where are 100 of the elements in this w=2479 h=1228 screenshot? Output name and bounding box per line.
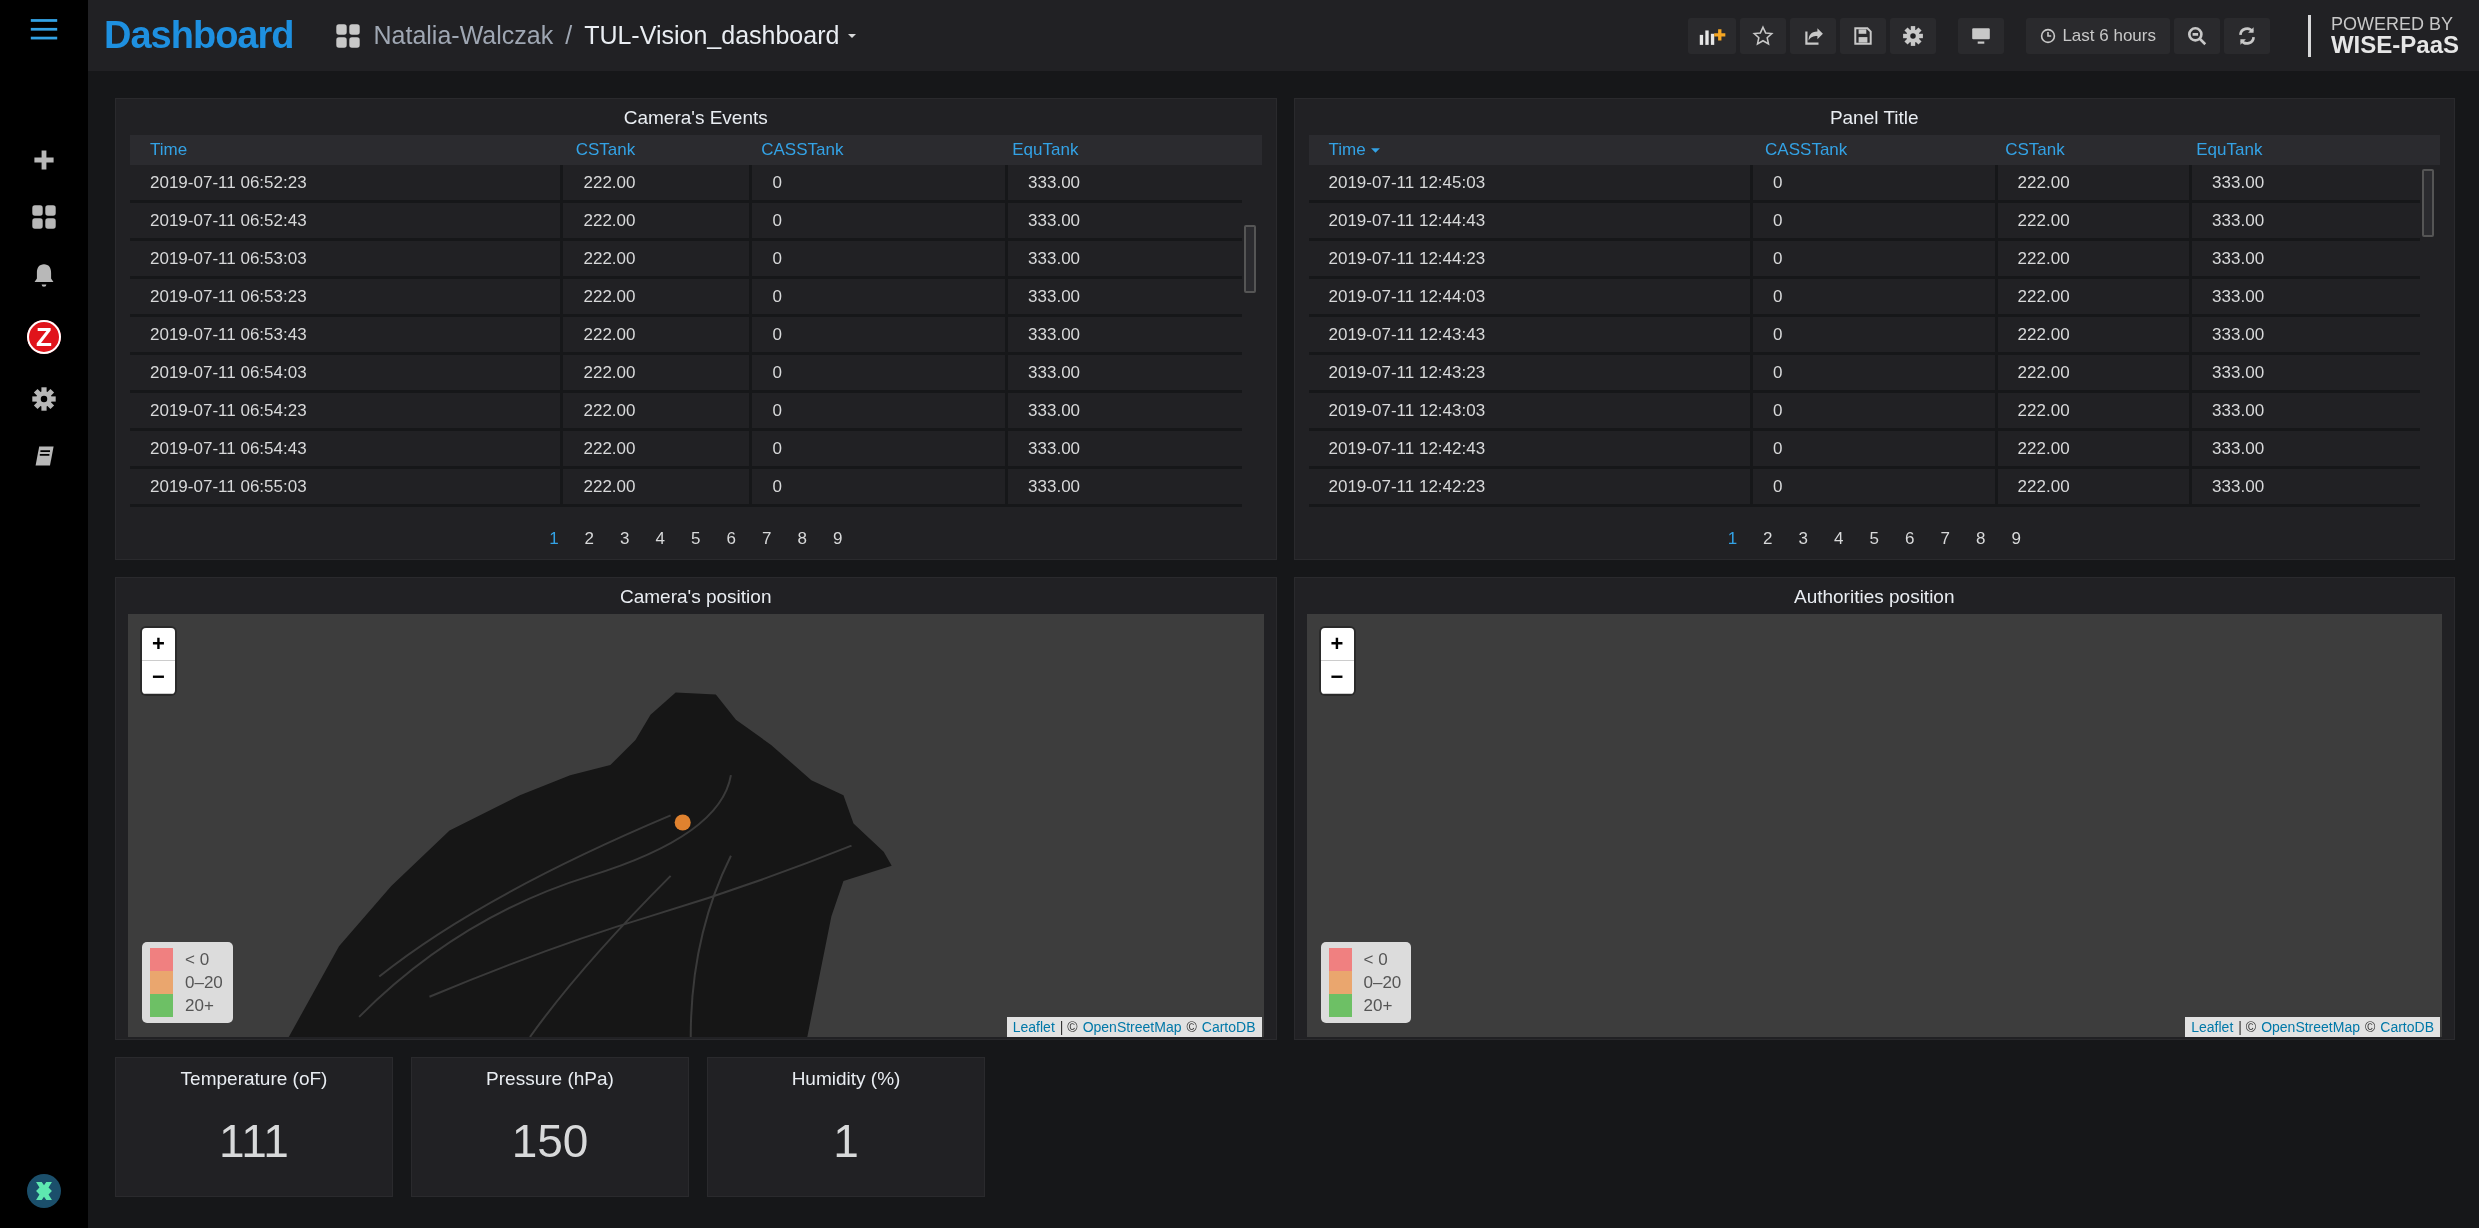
page-link[interactable]: 4 [1834,529,1844,549]
table-cell: 2019-07-11 06:53:43 [130,317,564,352]
table-cell: 2019-07-11 06:54:43 [130,431,564,466]
table-cell-text: 333.00 [2211,285,2266,308]
panel-title[interactable]: Humidity (%) [791,1058,901,1096]
map-background[interactable]: + − < 0 0–20 20+ Leaflet | © OpenStreetMap © CartoDB [1306,614,2442,1037]
table-cell-text: 333.00 [1027,475,1082,498]
page-link[interactable]: 9 [2011,529,2021,549]
table-cell-text: 333.00 [2211,437,2266,460]
table-cell: 2019-07-11 12:44:43 [1308,203,1754,238]
add-panel-button[interactable] [1688,17,1737,54]
settings-button[interactable] [1890,17,1937,54]
table-cell-text: 333.00 [2211,323,2266,346]
menu-icon[interactable] [30,18,58,40]
column-header[interactable]: CASSTank [761,140,1013,160]
attribution-link[interactable]: OpenStreetMap [1082,1019,1182,1035]
scrollbar[interactable] [1243,225,1256,293]
tv-mode-button[interactable] [1958,17,2005,54]
page-link[interactable]: 8 [1975,529,1986,549]
map-background[interactable]: + − < 0 0–20 20+ Leaflet | © OpenStreetMap © CartoDB [128,614,1264,1037]
table-cell: 222.00 [1997,431,2193,466]
time-range-picker[interactable]: Last 6 hours [2026,17,2170,54]
table-cell: 222.00 [563,165,753,200]
sort-caret-icon [1369,146,1381,154]
table-cell: 2019-07-11 06:54:23 [130,393,564,428]
plus-icon[interactable] [32,148,56,172]
column-header[interactable]: EquTank [1012,140,1242,160]
brand-title[interactable]: Dashboard [104,14,294,57]
page-link[interactable]: 7 [1940,529,1950,549]
page-link[interactable]: 7 [761,529,772,549]
grid-icon [335,22,362,49]
panel-title[interactable]: Camera's Events [130,99,1262,135]
stat-value: 150 [511,1114,589,1168]
panel-title[interactable]: Authorities position [1306,578,2442,614]
logo-caption: POWERED BY [2330,14,2454,33]
page-link[interactable]: 4 [655,529,665,549]
scrollbar[interactable] [2422,169,2434,237]
column-header[interactable]: CSTank [575,140,762,160]
page-link[interactable]: 8 [797,529,807,549]
clock-icon [2040,27,2057,44]
folder-link[interactable]: Natalia-Walczak [373,21,554,50]
table-cell-text: 333.00 [1027,323,1082,346]
share-button[interactable] [1790,17,1837,54]
page-link[interactable]: 6 [1905,529,1915,549]
table-cell: 2019-07-11 12:42:43 [1308,431,1754,466]
bell-icon[interactable] [32,262,56,288]
table-cell: 222.00 [563,279,753,314]
page-link[interactable]: 5 [1869,529,1879,549]
page-link[interactable]: 9 [832,529,843,549]
page-link[interactable]: 5 [691,529,701,549]
star-button[interactable] [1740,17,1787,54]
table-cell: 222.00 [563,431,753,466]
page-link[interactable]: 3 [1798,529,1809,549]
column-header[interactable]: Time [150,140,576,160]
table-cell-text: 333.00 [2211,475,2266,498]
table-cell: 0 [1753,393,1998,428]
panel-title[interactable]: Panel Title [1308,99,2440,135]
page-link[interactable]: 1 [1727,529,1738,549]
zoom-out-button[interactable]: − [1320,661,1354,694]
column-header[interactable]: CASSTank [1765,140,2006,160]
refresh-button[interactable] [2223,17,2270,54]
app-logo[interactable]: Z [27,320,61,354]
attribution-text: | © [1059,1019,1078,1035]
table-cell-text: 333.00 [1027,285,1082,308]
table-cell: 0 [752,279,1009,314]
table-cell-text: 333.00 [1027,171,1082,194]
table-cell: 222.00 [1997,469,2193,504]
page-link[interactable]: 6 [726,529,736,549]
attribution-link[interactable]: Leaflet [1012,1019,1055,1035]
page-link[interactable]: 2 [1763,529,1773,549]
panel-title[interactable]: Temperature (oF) [180,1058,328,1096]
attribution-link[interactable]: CartoDB [2380,1019,2434,1035]
page-link[interactable]: 2 [584,529,595,549]
page-link[interactable]: 1 [549,529,559,549]
column-header[interactable]: Time [1328,140,1766,160]
table-cell: 0 [1753,469,1998,504]
panel-title[interactable]: Pressure (hPa) [486,1058,614,1096]
zoom-out-button[interactable]: − [142,661,175,694]
table-cell-text: 333.00 [2211,361,2266,384]
panel-title[interactable]: Camera's position [128,578,1264,614]
zoom-in-button[interactable]: + [142,628,175,661]
zoom-out-button[interactable] [2173,17,2220,54]
zoom-in-button[interactable]: + [1320,628,1354,661]
table-cell: 2019-07-11 06:54:03 [130,355,564,390]
attribution-link[interactable]: OpenStreetMap [2261,1019,2360,1035]
dashboard-picker[interactable]: TUL-Vision_dashboard [584,21,858,50]
table-cell-text: 333.00 [2211,171,2266,194]
table-cell: 0 [752,393,1009,428]
grid-icon[interactable] [31,204,57,230]
stat-value: 1 [833,1114,859,1168]
column-header[interactable]: EquTank [2196,140,2420,160]
globe-avatar-icon[interactable] [27,1174,61,1208]
save-button[interactable] [1840,17,1887,54]
page-link[interactable]: 3 [620,529,630,549]
legend-label: 0–20 [1363,972,1402,993]
attribution-link[interactable]: Leaflet [2191,1019,2234,1035]
attribution-link[interactable]: CartoDB [1201,1019,1256,1035]
attribution-text: | © [2238,1019,2257,1035]
logo-text: WISE-PaaS [2330,32,2459,57]
column-header[interactable]: CSTank [2005,140,2197,160]
